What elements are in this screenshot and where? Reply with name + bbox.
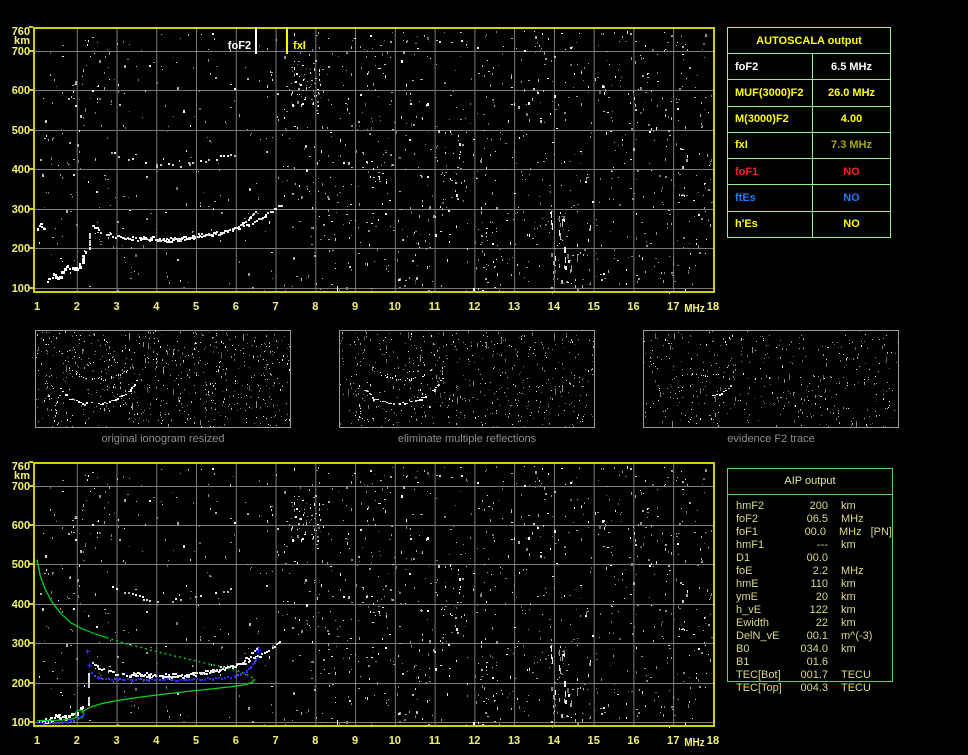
aip-row-fof2: foF2 06.5 MHz bbox=[736, 513, 892, 526]
autoscala-table-header: AUTOSCALA output bbox=[728, 28, 890, 54]
thumbnail-caption-eliminate: eliminate multiple reflections bbox=[397, 433, 537, 445]
autoscala-row-m3000f2: M(3000)F2 4.00 bbox=[728, 106, 890, 133]
thumbnail-original-canvas bbox=[36, 331, 290, 427]
aip-value: 20 bbox=[815, 591, 828, 603]
aip-row-b0: B0 034.0 km bbox=[736, 643, 892, 656]
aip-value: 00.0 bbox=[804, 526, 826, 538]
autoscala-row-fof1: foF1 NO bbox=[728, 159, 890, 186]
aip-value: 00.0 bbox=[806, 552, 828, 564]
aip-value: 01.6 bbox=[806, 656, 828, 668]
autoscala-output-table: AUTOSCALA output foF2 6.5 MHz MUF(3000)F2 2… bbox=[727, 27, 891, 238]
aip-unit: km bbox=[841, 500, 856, 512]
aip-unit: m^(-3) bbox=[841, 630, 873, 642]
aip-extra: [PN] bbox=[870, 526, 892, 538]
aip-value: 110 bbox=[810, 578, 828, 590]
autoscala-label: MUF(3000)F2 bbox=[735, 86, 804, 99]
autoscala-label: foF1 bbox=[735, 165, 759, 178]
aip-unit: TECU bbox=[841, 682, 871, 694]
aip-value: 2.2 bbox=[812, 565, 828, 577]
aip-label: Ewidth bbox=[736, 617, 770, 629]
bottom-ionogram-canvas bbox=[0, 448, 730, 755]
thumbnail-original-ionogram bbox=[35, 330, 291, 428]
aip-unit: km bbox=[841, 617, 856, 629]
aip-output-table: AIP output hmF2 200 km foF2 06.5 MHz foF1 00.0 M… bbox=[727, 468, 893, 694]
aip-row-tectop: TEC[Top] 004.3 TECU bbox=[736, 682, 892, 695]
autoscala-value: NO bbox=[812, 211, 890, 237]
thumbnail-caption-original: original ionogram resized bbox=[101, 433, 225, 445]
aip-label: h_vE bbox=[736, 604, 762, 616]
autoscala-value: 4.00 bbox=[812, 106, 890, 132]
top-ionogram-canvas bbox=[0, 0, 730, 316]
aip-unit: MHz bbox=[841, 513, 864, 525]
aip-value: 06.5 bbox=[806, 513, 828, 525]
autoscala-value: 7.3 MHz bbox=[812, 132, 890, 159]
aip-label: hmE bbox=[736, 578, 759, 590]
thumbnail-eliminate-canvas bbox=[340, 331, 594, 427]
aip-unit: MHz bbox=[838, 526, 862, 538]
aip-row-yme: ymE 20 km bbox=[736, 591, 892, 604]
aip-table-header: AIP output bbox=[728, 469, 892, 495]
aip-label: foF1 bbox=[736, 526, 759, 538]
aip-label: B1 bbox=[736, 656, 750, 668]
aip-label: TEC[Bot] bbox=[736, 669, 781, 681]
thumbnail-eliminate-reflections bbox=[339, 330, 595, 428]
autoscala-label: ftEs bbox=[735, 192, 756, 205]
autoscala-label: h'Es bbox=[735, 218, 758, 231]
autoscala-row-ftes: ftEs NO bbox=[728, 185, 890, 212]
aip-value: 122 bbox=[809, 604, 828, 616]
aip-value: 034.0 bbox=[800, 643, 828, 655]
autoscala-label: fxI bbox=[735, 139, 748, 152]
autoscala-value: 6.5 MHz bbox=[812, 54, 890, 80]
autoscala-row-fxi: fxI 7.3 MHz bbox=[728, 132, 890, 160]
aip-row-hve: h_vE 122 km bbox=[736, 604, 892, 617]
aip-label: DelN_vE bbox=[736, 630, 780, 642]
aip-unit: TECU bbox=[841, 669, 871, 681]
aip-value: 00.1 bbox=[806, 630, 828, 642]
aip-label: hmF2 bbox=[736, 500, 765, 512]
aip-value: 004.3 bbox=[800, 682, 828, 694]
aip-value: --- bbox=[817, 539, 828, 551]
thumbnail-evidence-canvas bbox=[644, 331, 898, 427]
aip-label: foF2 bbox=[736, 513, 759, 525]
aip-unit: km bbox=[841, 578, 856, 590]
aip-row-hmf1: hmF1 --- km bbox=[736, 539, 892, 552]
aip-row-d1: D1 00.0 bbox=[736, 552, 892, 565]
aip-label: ymE bbox=[736, 591, 758, 603]
aip-label: TEC[Top] bbox=[736, 682, 782, 694]
aip-label: hmF1 bbox=[736, 539, 765, 551]
autoscala-row-hes: h'Es NO bbox=[728, 211, 890, 237]
aip-unit: km bbox=[841, 539, 856, 551]
autoscala-value: NO bbox=[812, 159, 890, 185]
aip-row-fof1: foF1 00.0 MHz [PN] bbox=[736, 526, 892, 539]
autoscala-row-fof2: foF2 6.5 MHz bbox=[728, 54, 890, 81]
aip-label: D1 bbox=[736, 552, 751, 564]
autoscala-label: M(3000)F2 bbox=[735, 113, 789, 126]
autoscala-row-muf3000f2: MUF(3000)F2 26.0 MHz bbox=[728, 80, 890, 107]
aip-table-rows: hmF2 200 km foF2 06.5 MHz foF1 00.0 MHz [PN] hmF1 -… bbox=[728, 495, 892, 695]
aip-unit: km bbox=[841, 604, 856, 616]
aip-value: 22 bbox=[815, 617, 828, 629]
aip-row-foe: foE 2.2 MHz bbox=[736, 565, 892, 578]
autoscala-window: { "title": "Rome (lat: +41.8, lon: 012.5… bbox=[0, 0, 968, 755]
aip-row-hme: hmE 110 km bbox=[736, 578, 892, 591]
aip-unit: km bbox=[841, 591, 856, 603]
autoscala-value: 26.0 MHz bbox=[812, 80, 890, 106]
aip-unit: km bbox=[841, 643, 856, 655]
autoscala-label: foF2 bbox=[735, 60, 759, 73]
aip-unit: MHz bbox=[841, 565, 864, 577]
autoscala-value: NO bbox=[812, 185, 890, 211]
aip-value: 200 bbox=[809, 500, 828, 512]
aip-row-ewidth: Ewidth 22 km bbox=[736, 617, 892, 630]
aip-row-delnve: DelN_vE 00.1 m^(-3) bbox=[736, 630, 892, 643]
aip-label: foE bbox=[736, 565, 753, 577]
aip-row-tecbot: TEC[Bot] 001.7 TECU bbox=[736, 669, 892, 682]
aip-row-b1: B1 01.6 bbox=[736, 656, 892, 669]
thumbnail-evidence-f2 bbox=[643, 330, 899, 428]
thumbnail-caption-evidence: evidence F2 trace bbox=[727, 433, 815, 445]
aip-label: B0 bbox=[736, 643, 750, 655]
aip-row-hmf2: hmF2 200 km bbox=[736, 500, 892, 513]
aip-value: 001.7 bbox=[800, 669, 828, 681]
